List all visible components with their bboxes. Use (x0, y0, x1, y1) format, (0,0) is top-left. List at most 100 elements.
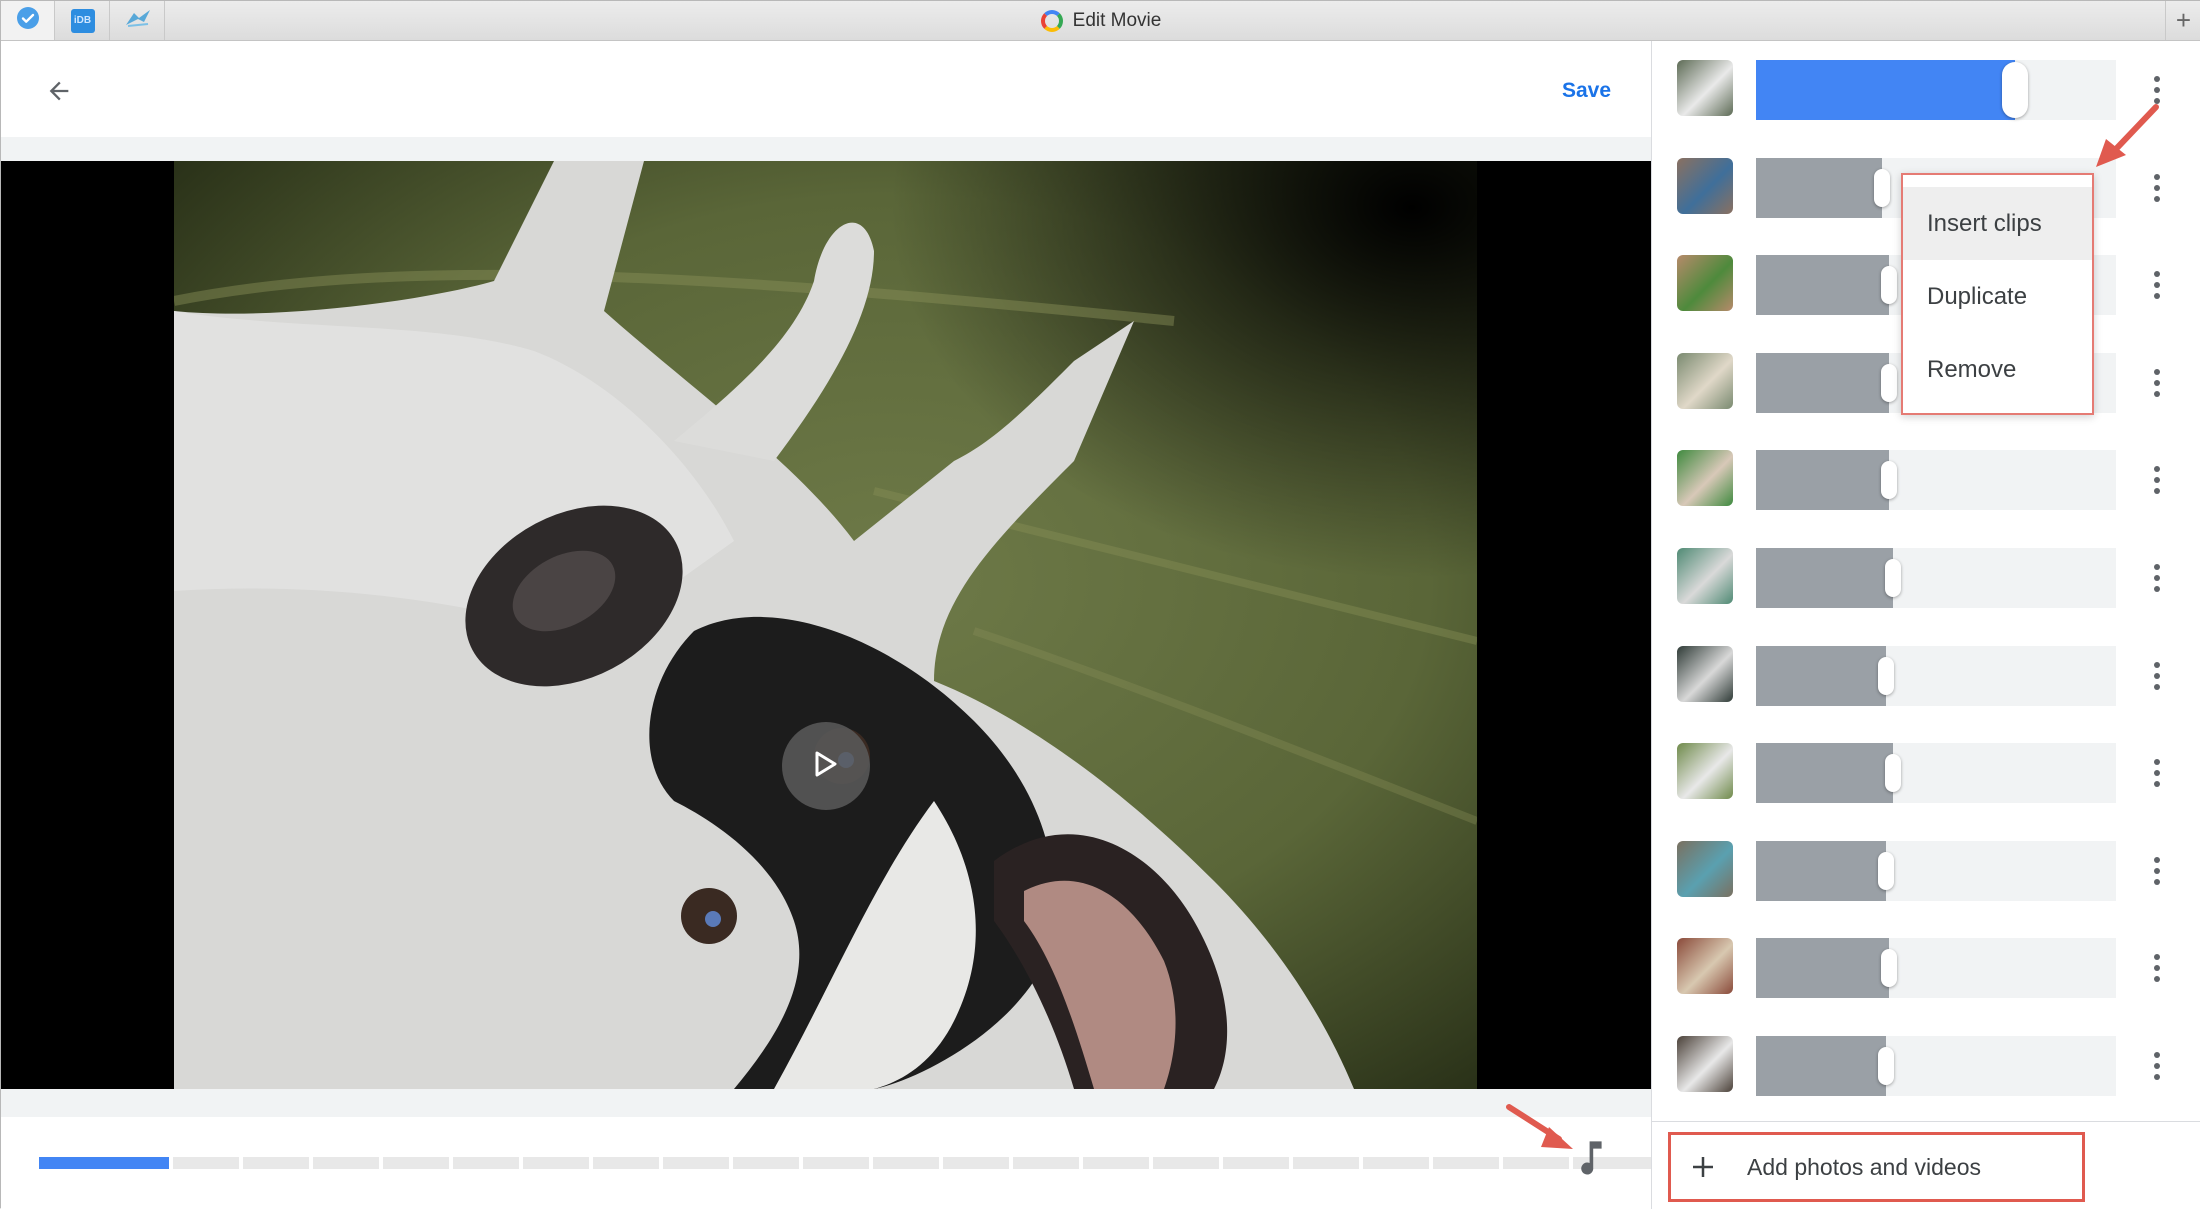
clip-trim-range (1756, 938, 1889, 998)
menu-item-duplicate[interactable]: Duplicate (1903, 260, 2092, 333)
timeline-segment[interactable] (733, 1157, 799, 1169)
clip-trim-handle[interactable] (1878, 1047, 1894, 1085)
timeline-segment[interactable] (1083, 1157, 1149, 1169)
more-vert-icon[interactable] (2147, 656, 2167, 696)
clip-trim-range (1756, 60, 2015, 120)
clip-trim-track[interactable] (1756, 841, 2116, 901)
clip-trim-range (1756, 743, 1893, 803)
clip-trim-handle[interactable] (1881, 949, 1897, 987)
movie-timeline[interactable] (39, 1157, 1663, 1169)
timeline-segment[interactable] (173, 1157, 239, 1169)
timeline-segment[interactable] (1363, 1157, 1429, 1169)
timeline-segment[interactable] (593, 1157, 659, 1169)
more-vert-icon[interactable] (2147, 1046, 2167, 1086)
clip-thumbnail[interactable] (1677, 60, 1733, 116)
menu-item-remove[interactable]: Remove (1903, 333, 2092, 406)
clip-trim-handle[interactable] (1878, 852, 1894, 890)
clip-trim-track[interactable] (1756, 938, 2116, 998)
timeline-segment[interactable] (1153, 1157, 1219, 1169)
play-button[interactable] (782, 722, 870, 810)
preview-photo (174, 161, 1477, 1089)
clip-row[interactable] (1652, 529, 2200, 627)
clip-trim-track[interactable] (1756, 1036, 2116, 1096)
more-vert-icon[interactable] (2147, 558, 2167, 598)
clip-row[interactable] (1652, 724, 2200, 822)
add-media-bar: Add photos and videos (1652, 1122, 2200, 1209)
clip-trim-handle[interactable] (2002, 62, 2028, 118)
clip-trim-range (1756, 841, 1886, 901)
annotation-arrow-menu (2096, 104, 2159, 167)
clip-thumbnail[interactable] (1677, 1036, 1733, 1092)
timeline-segment[interactable] (663, 1157, 729, 1169)
clip-thumbnail[interactable] (1677, 353, 1733, 409)
music-note-icon (1577, 1139, 1607, 1180)
arrow-left-icon (45, 77, 73, 110)
add-photos-videos-button[interactable]: Add photos and videos (1668, 1132, 2085, 1202)
music-button[interactable] (1577, 1137, 1607, 1181)
more-vert-icon[interactable] (2147, 363, 2167, 403)
timeline-segment[interactable] (453, 1157, 519, 1169)
clip-trim-handle[interactable] (1881, 364, 1897, 402)
back-button[interactable] (35, 69, 83, 117)
timeline-segment[interactable] (523, 1157, 589, 1169)
window-title-text: Edit Movie (1072, 10, 1162, 31)
plus-icon: + (2175, 5, 2192, 35)
clip-row[interactable] (1652, 822, 2200, 920)
clip-thumbnail[interactable] (1677, 646, 1733, 702)
clip-trim-handle[interactable] (1881, 461, 1897, 499)
video-preview[interactable] (1, 161, 1651, 1089)
more-vert-icon[interactable] (2147, 265, 2167, 305)
more-vert-icon[interactable] (2147, 851, 2167, 891)
annotation-arrow-music (1506, 1104, 1573, 1149)
dog-photo-illustration (174, 161, 1477, 1089)
clip-thumbnail[interactable] (1677, 938, 1733, 994)
clip-trim-track[interactable] (1756, 548, 2116, 608)
timeline-segment[interactable] (803, 1157, 869, 1169)
timeline-segment[interactable] (1013, 1157, 1079, 1169)
title-bar: iDB Edit Movie + (1, 1, 2200, 41)
timeline-segment[interactable] (243, 1157, 309, 1169)
clip-trim-track[interactable] (1756, 743, 2116, 803)
menu-item-insert-clips[interactable]: Insert clips (1903, 187, 2092, 260)
clip-trim-range (1756, 158, 1882, 218)
clip-trim-range (1756, 548, 1893, 608)
clip-row[interactable] (1652, 431, 2200, 529)
clip-row[interactable] (1652, 1017, 2200, 1115)
clip-trim-range (1756, 353, 1889, 413)
timeline-segment[interactable] (943, 1157, 1009, 1169)
save-button[interactable]: Save (1550, 71, 1623, 111)
clip-thumbnail[interactable] (1677, 450, 1733, 506)
clip-trim-handle[interactable] (1885, 754, 1901, 792)
clip-thumbnail[interactable] (1677, 743, 1733, 799)
timeline-segment[interactable] (313, 1157, 379, 1169)
clip-trim-range (1756, 450, 1889, 510)
timeline-segment[interactable] (1433, 1157, 1499, 1169)
timeline-segment[interactable] (1293, 1157, 1359, 1169)
new-tab-button[interactable]: + (2165, 1, 2200, 40)
clip-thumbnail[interactable] (1677, 158, 1733, 214)
clip-trim-track[interactable] (1756, 450, 2116, 510)
more-vert-icon[interactable] (2147, 948, 2167, 988)
clip-row[interactable] (1652, 627, 2200, 725)
timeline-segment[interactable] (383, 1157, 449, 1169)
more-vert-icon[interactable] (2147, 460, 2167, 500)
clip-trim-range (1756, 255, 1889, 315)
clip-trim-handle[interactable] (1878, 657, 1894, 695)
timeline-segment[interactable] (873, 1157, 939, 1169)
clip-thumbnail[interactable] (1677, 548, 1733, 604)
clip-trim-handle[interactable] (1881, 266, 1897, 304)
plus-icon (1671, 1152, 1735, 1182)
clip-thumbnail[interactable] (1677, 841, 1733, 897)
clip-trim-track[interactable] (1756, 60, 2116, 120)
add-photos-videos-label: Add photos and videos (1747, 1153, 1982, 1180)
clip-trim-track[interactable] (1756, 646, 2116, 706)
clip-trim-handle[interactable] (1885, 559, 1901, 597)
clip-trim-range (1756, 646, 1886, 706)
more-vert-icon[interactable] (2147, 753, 2167, 793)
movie-editor: Save (1, 41, 1663, 1209)
timeline-segment-played[interactable] (39, 1157, 169, 1169)
timeline-segment[interactable] (1223, 1157, 1289, 1169)
clip-row[interactable] (1652, 919, 2200, 1017)
clip-thumbnail[interactable] (1677, 255, 1733, 311)
clip-trim-handle[interactable] (1874, 169, 1890, 207)
